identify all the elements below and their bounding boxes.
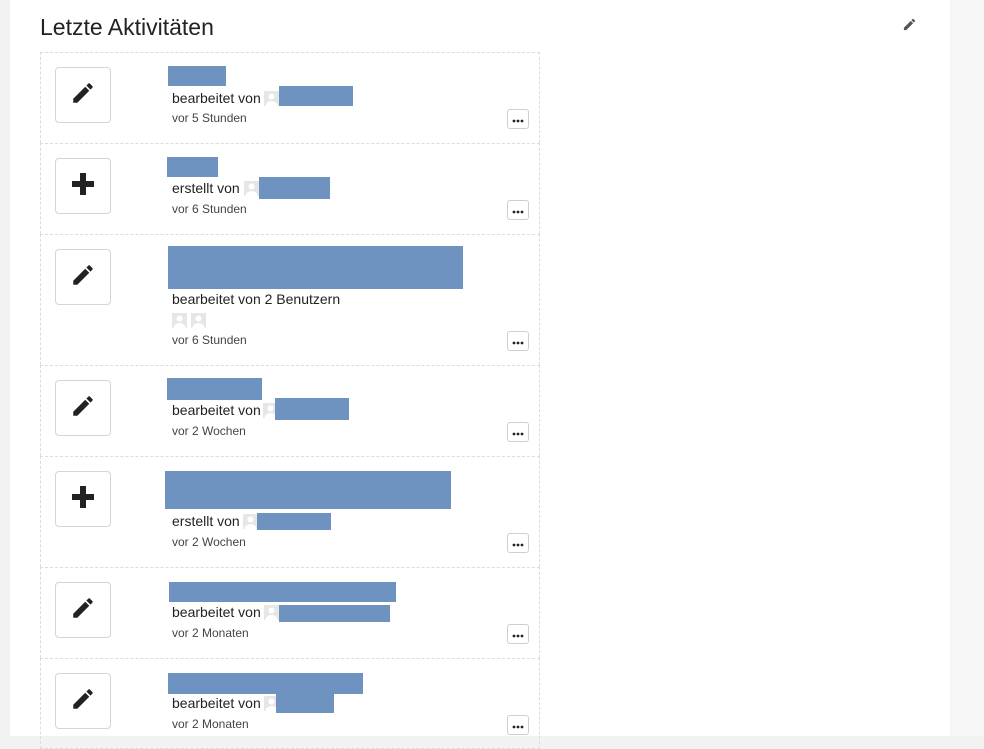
activity-text: bearbeitet von 2 Benutzern xyxy=(172,291,341,307)
ellipsis-icon xyxy=(512,201,524,219)
redacted-user-name[interactable] xyxy=(259,177,330,199)
user-avatar[interactable] xyxy=(191,313,206,328)
pencil-icon xyxy=(70,595,96,626)
more-options-button[interactable] xyxy=(507,533,529,553)
user-avatar xyxy=(243,514,258,529)
redacted-item-title[interactable] xyxy=(169,582,396,602)
redacted-item-title[interactable] xyxy=(168,246,463,289)
activity-item: erstellt von vor 6 Stunden xyxy=(40,143,540,234)
activity-type-box xyxy=(55,582,111,638)
more-options-button[interactable] xyxy=(507,624,529,644)
activity-type-box xyxy=(55,673,111,729)
ellipsis-icon xyxy=(512,110,524,128)
user-avatar xyxy=(244,181,259,196)
activity-type-box xyxy=(55,158,111,214)
more-options-button[interactable] xyxy=(507,200,529,220)
ellipsis-icon xyxy=(512,534,524,552)
redacted-item-title[interactable] xyxy=(168,673,363,694)
ellipsis-icon xyxy=(512,332,524,350)
redacted-item-title[interactable] xyxy=(167,157,218,177)
pencil-icon xyxy=(70,686,96,717)
activity-item: bearbeitet von vor 2 Wochen xyxy=(40,365,540,456)
activity-item: bearbeitet von 2 Benutzern vor 6 Stunden xyxy=(40,234,540,365)
activity-text: bearbeitet von xyxy=(172,604,261,620)
redacted-user-name[interactable] xyxy=(279,605,390,622)
more-options-button[interactable] xyxy=(507,715,529,735)
more-options-button[interactable] xyxy=(507,109,529,129)
page-scrollbar[interactable] xyxy=(951,0,984,736)
recent-activity-panel: Letzte Aktivitäten bearbeitet von vor 5 … xyxy=(10,0,950,749)
activity-type-box xyxy=(55,249,111,305)
more-options-button[interactable] xyxy=(507,422,529,442)
activity-type-box xyxy=(55,471,111,527)
activity-type-box xyxy=(55,67,111,123)
activity-time: vor 6 Stunden xyxy=(172,202,247,216)
redacted-user-name[interactable] xyxy=(275,398,349,420)
activity-time: vor 2 Monaten xyxy=(172,717,249,731)
activity-item: bearbeitet von vor 2 Monaten xyxy=(40,567,540,658)
redacted-item-title[interactable] xyxy=(167,378,262,400)
pencil-icon xyxy=(70,393,96,424)
activity-text: erstellt von xyxy=(172,180,240,196)
ellipsis-icon xyxy=(512,716,524,734)
activity-item: bearbeitet von vor 5 Stunden xyxy=(40,52,540,143)
user-avatar[interactable] xyxy=(172,313,187,328)
redacted-user-name[interactable] xyxy=(257,513,331,530)
redacted-user-name[interactable] xyxy=(276,694,334,713)
activity-feed: bearbeitet von vor 5 Stunden erstellt vo… xyxy=(40,52,540,749)
pencil-icon xyxy=(70,262,96,293)
redacted-item-title[interactable] xyxy=(165,471,451,509)
activity-time: vor 2 Wochen xyxy=(172,535,246,549)
ellipsis-icon xyxy=(512,423,524,441)
activity-time: vor 2 Wochen xyxy=(172,424,246,438)
redacted-user-name[interactable] xyxy=(279,86,353,106)
pencil-icon xyxy=(70,80,96,111)
activity-type-box xyxy=(55,380,111,436)
user-avatar xyxy=(264,605,279,620)
plus-icon xyxy=(71,485,95,514)
page-title: Letzte Aktivitäten xyxy=(40,14,214,40)
plus-icon xyxy=(71,172,95,201)
pencil-icon xyxy=(902,17,917,37)
user-avatar xyxy=(264,91,279,106)
activity-text: bearbeitet von xyxy=(172,402,261,418)
more-options-button[interactable] xyxy=(507,331,529,351)
activity-item: erstellt von vor 2 Wochen xyxy=(40,456,540,567)
activity-time: vor 6 Stunden xyxy=(172,333,247,347)
activity-time: vor 5 Stunden xyxy=(172,111,247,125)
activity-text: bearbeitet von xyxy=(172,90,261,106)
activity-time: vor 2 Monaten xyxy=(172,626,249,640)
activity-text: erstellt von xyxy=(172,513,240,529)
edit-widget-button[interactable] xyxy=(900,18,918,36)
ellipsis-icon xyxy=(512,625,524,643)
activity-text: bearbeitet von xyxy=(172,695,261,711)
redacted-item-title[interactable] xyxy=(168,66,226,86)
activity-item: bearbeitet von vor 2 Monaten xyxy=(40,658,540,749)
